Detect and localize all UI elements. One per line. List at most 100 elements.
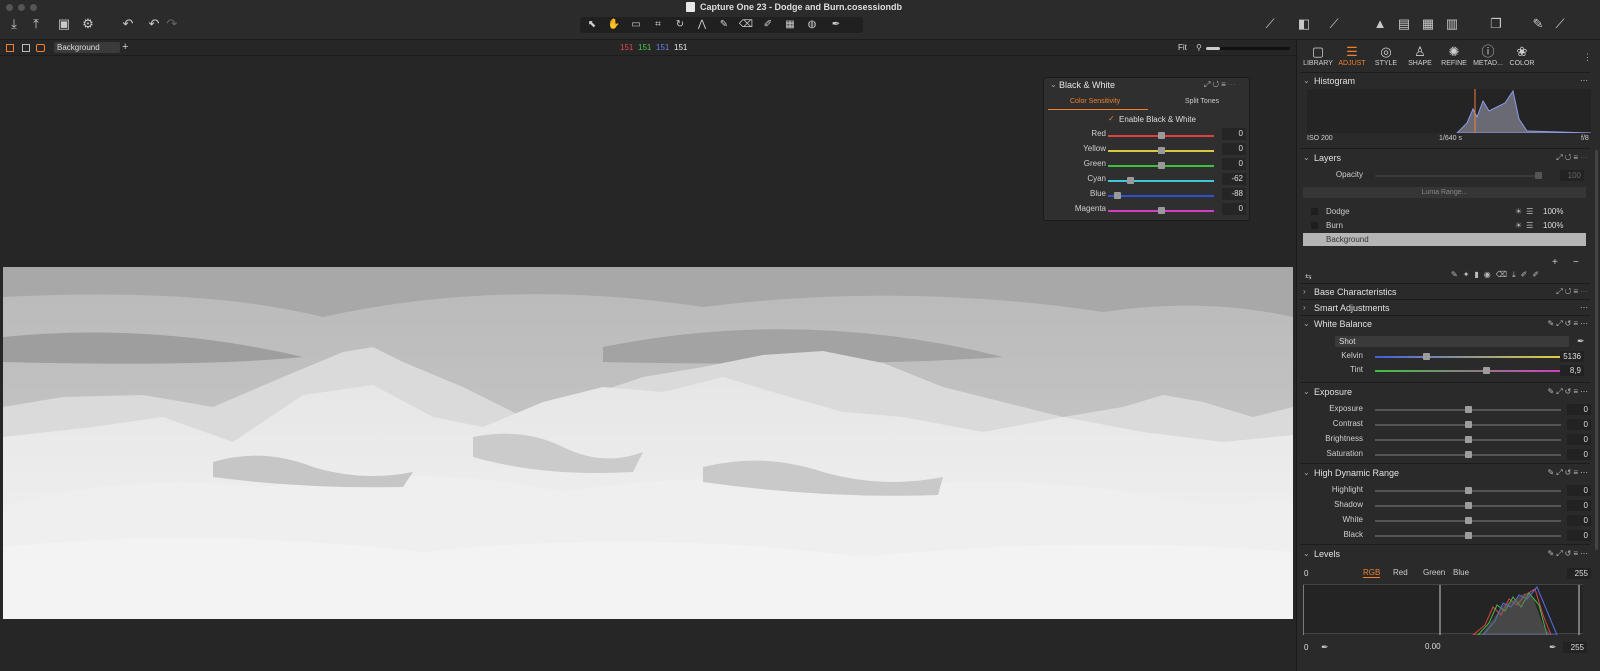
- eyedropper-icon[interactable]: ✒: [1549, 642, 1557, 653]
- bw-slider-track[interactable]: [1108, 192, 1214, 199]
- tab-style[interactable]: ◎ STYLE: [1369, 44, 1403, 72]
- tint-value[interactable]: 8,9: [1560, 365, 1584, 376]
- panel-menu-icon[interactable]: ⋮: [1583, 52, 1592, 63]
- bw-slider-value[interactable]: -62: [1222, 173, 1246, 185]
- warning-icon[interactable]: ▲: [1372, 16, 1388, 32]
- slider-knob[interactable]: [1465, 406, 1472, 413]
- wand-icon[interactable]: ⟋: [1262, 16, 1278, 32]
- slider-knob[interactable]: [1465, 436, 1472, 443]
- layers-header[interactable]: ⌄ Layers ⤢↺≡⋯: [1300, 151, 1590, 165]
- opacity-knob[interactable]: [1535, 172, 1542, 179]
- zoom-slider[interactable]: [1206, 47, 1290, 50]
- bw-slider-track[interactable]: [1108, 177, 1214, 184]
- remove-layer-icon[interactable]: −: [1573, 257, 1579, 268]
- gradient-icon[interactable]: ✐: [756, 17, 780, 33]
- close-window-button[interactable]: [6, 4, 13, 11]
- layer-tools-icon[interactable]: ✎✦▮◉⌫⤓✐✐: [1451, 270, 1544, 280]
- tab-adjust[interactable]: ☰ ADJUST: [1335, 44, 1369, 72]
- import-icon[interactable]: ⤓: [6, 16, 22, 32]
- bw-slider-knob[interactable]: [1158, 207, 1165, 214]
- layer-mask-icon[interactable]: ☀☰: [1515, 205, 1537, 218]
- undo-history-icon[interactable]: ↶: [120, 16, 136, 32]
- more-icon[interactable]: ⋯: [1580, 74, 1590, 88]
- zoom-window-button[interactable]: [30, 4, 37, 11]
- exposure-header[interactable]: ⌄ Exposure ✎⤢↺≡⋯: [1300, 385, 1590, 399]
- base-characteristics-header[interactable]: › Base Characteristics ⤢↺≡⋯: [1300, 285, 1590, 299]
- slider-track[interactable]: [1375, 502, 1561, 509]
- layer-row[interactable]: Dodge ☀☰ 100%: [1303, 205, 1586, 218]
- bw-slider-value[interactable]: 0: [1222, 158, 1246, 170]
- levels-histogram[interactable]: [1302, 584, 1583, 636]
- bw-slider-knob[interactable]: [1114, 192, 1121, 199]
- levels-midpoint[interactable]: 0.00: [1425, 642, 1441, 651]
- slider-track[interactable]: [1375, 421, 1561, 428]
- save-icon[interactable]: ▣: [56, 16, 72, 32]
- collapse-chevron-icon[interactable]: ⌄: [1050, 80, 1057, 89]
- settings-icon[interactable]: ❐: [1488, 16, 1504, 32]
- tab-metad[interactable]: ⓘ METAD...: [1471, 44, 1505, 72]
- slider-value[interactable]: 0: [1567, 530, 1591, 541]
- camera-icon[interactable]: ▭: [624, 17, 648, 33]
- undo-icon[interactable]: ↶: [146, 16, 162, 32]
- white-balance-header[interactable]: ⌄ White Balance ✎⤢↺≡⋯: [1300, 317, 1590, 331]
- kelvin-knob[interactable]: [1423, 353, 1430, 360]
- image-viewer[interactable]: ⌄ Black & White ⤢↺≡⋯ Color Sensitivity S…: [0, 57, 1296, 671]
- section-actions-icon[interactable]: ⤢↺≡⋯: [1556, 285, 1590, 299]
- slider-value[interactable]: 0: [1567, 404, 1591, 415]
- redo-icon[interactable]: ↷: [164, 16, 180, 32]
- slider-track[interactable]: [1375, 436, 1561, 443]
- eyedropper-icon[interactable]: ✒: [1321, 642, 1329, 653]
- keystone-icon[interactable]: ⋀: [690, 17, 714, 33]
- panel-actions-icon[interactable]: ⤢↺≡⋯: [1204, 80, 1238, 90]
- layer-row[interactable]: Burn ☀☰ 100%: [1303, 219, 1586, 232]
- kelvin-slider[interactable]: [1375, 353, 1561, 360]
- levels-tab-rgb[interactable]: RGB: [1363, 568, 1381, 578]
- bw-slider-track[interactable]: [1108, 162, 1214, 169]
- tint-knob[interactable]: [1483, 367, 1490, 374]
- levels-input-high[interactable]: 255: [1567, 568, 1591, 579]
- tab-refine[interactable]: ✺ REFINE: [1437, 44, 1471, 72]
- slider-knob[interactable]: [1465, 532, 1472, 539]
- tab-shape[interactable]: ♙ SHAPE: [1403, 44, 1437, 72]
- hand-icon[interactable]: ✋: [602, 17, 626, 33]
- export-icon[interactable]: ⤒: [28, 16, 44, 32]
- panel-scrollbar[interactable]: [1595, 150, 1598, 550]
- bw-slider-value[interactable]: -88: [1222, 188, 1246, 200]
- layout-icon[interactable]: ▥: [1444, 16, 1460, 32]
- bw-slider-knob[interactable]: [1158, 162, 1165, 169]
- tab-color-sensitivity[interactable]: Color Sensitivity: [1070, 98, 1120, 105]
- slider-knob[interactable]: [1465, 487, 1472, 494]
- bw-slider-track[interactable]: [1108, 147, 1214, 154]
- compare-icon[interactable]: ◧: [1296, 16, 1312, 32]
- tint-slider[interactable]: [1375, 367, 1561, 374]
- bw-slider-value[interactable]: 0: [1222, 203, 1246, 215]
- single-view-icon[interactable]: [22, 44, 30, 52]
- brush-icon[interactable]: ✎: [712, 17, 736, 33]
- swap-icon[interactable]: ⇆: [1305, 272, 1312, 281]
- bw-slider-knob[interactable]: [1158, 132, 1165, 139]
- slider-value[interactable]: 0: [1567, 419, 1591, 430]
- zoom-label[interactable]: Fit: [1178, 43, 1187, 52]
- section-actions-icon[interactable]: ✎⤢↺≡⋯: [1548, 547, 1590, 561]
- more-icon[interactable]: ⋯: [1580, 301, 1590, 315]
- opacity-value[interactable]: 100: [1560, 170, 1584, 181]
- levels-tab-green[interactable]: Green: [1423, 568, 1445, 577]
- pen-alt-icon[interactable]: ⟋: [1552, 16, 1568, 32]
- eyedropper-icon[interactable]: ✒: [1577, 336, 1585, 347]
- tab-library[interactable]: ▢ LIBRARY: [1301, 44, 1335, 72]
- bw-slider-track[interactable]: [1108, 132, 1214, 139]
- grid-icon[interactable]: ▤: [1396, 16, 1412, 32]
- section-actions-icon[interactable]: ✎⤢↺≡⋯: [1548, 317, 1590, 331]
- rotate-icon[interactable]: ↻: [668, 17, 692, 33]
- section-actions-icon[interactable]: ✎⤢↺≡⋯: [1548, 466, 1590, 480]
- cursor-icon[interactable]: ⬉: [580, 17, 604, 33]
- tab-color[interactable]: ❀ COLOR: [1505, 44, 1539, 72]
- brush-pointer-icon[interactable]: ⟋: [1326, 16, 1342, 32]
- slider-value[interactable]: 0: [1567, 449, 1591, 460]
- enable-bw-checkbox[interactable]: ✓: [1108, 115, 1116, 123]
- bw-slider-track[interactable]: [1108, 207, 1214, 214]
- linear-gradient-icon[interactable]: ▦: [778, 17, 802, 33]
- wb-mode-select[interactable]: Shot: [1335, 336, 1569, 347]
- opacity-slider[interactable]: [1375, 172, 1542, 179]
- layer-mask-icon[interactable]: ☀☰: [1515, 219, 1537, 232]
